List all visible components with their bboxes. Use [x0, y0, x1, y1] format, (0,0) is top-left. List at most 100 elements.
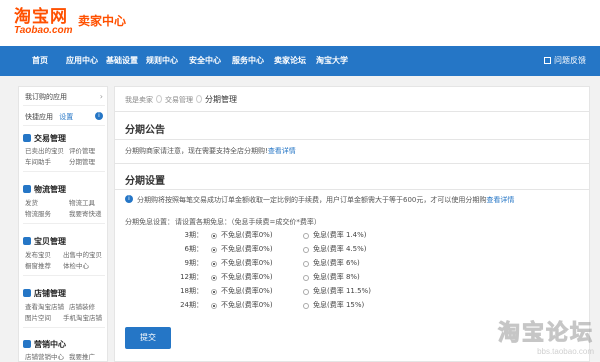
settings-info-text: 分期购将按照每笔交易成功订单金额收取一定比例的手续费，用户订单金额需大于等于60… — [137, 196, 487, 204]
sidebar-link[interactable]: 出售中的宝贝 — [63, 249, 102, 259]
breadcrumb-root[interactable]: 我是卖家 — [125, 96, 153, 104]
sidebar-group-trade[interactable]: 交易管理 — [23, 133, 66, 144]
sidebar-quick-apps: 快捷应用 设置 i — [25, 112, 109, 122]
period-label: 6期： — [184, 245, 203, 253]
nav-item-service-center[interactable]: 服务中心 — [228, 46, 268, 76]
sidebar-my-apps[interactable]: 我订购的应用 › — [25, 92, 109, 102]
period-label: 9期： — [184, 259, 203, 267]
sidebar-group-marketing[interactable]: 营销中心 — [23, 339, 66, 350]
sidebar-link[interactable]: 发货 — [25, 197, 38, 207]
interest-free-label: 免息(费率 11.5%) — [313, 287, 371, 295]
sidebar-link[interactable]: 图片空间 — [25, 312, 51, 322]
sidebar-link[interactable]: 查看淘宝店铺 — [25, 301, 64, 311]
breadcrumb-middle[interactable]: 交易管理 — [165, 96, 193, 104]
period-label: 12期： — [180, 273, 203, 281]
megaphone-icon — [23, 340, 31, 348]
nav-item-taobao-university[interactable]: 淘宝大学 — [312, 46, 352, 76]
sidebar-link[interactable]: 发布宝贝 — [25, 249, 51, 259]
sidebar-group-logistics[interactable]: 物流管理 — [23, 184, 66, 195]
no-interest-free-radio[interactable] — [211, 247, 217, 253]
divider — [115, 189, 589, 190]
sidebar-link[interactable]: 车间助手 — [25, 156, 51, 166]
no-interest-free-label: 不免息(费率0%) — [221, 287, 273, 295]
chevron-right-icon — [196, 95, 202, 103]
chevron-right-icon: › — [99, 92, 103, 101]
interest-free-radio[interactable] — [303, 261, 309, 267]
sidebar-link[interactable]: 橱窗推荐 — [25, 260, 51, 270]
shop-icon — [23, 289, 31, 297]
no-interest-free-radio[interactable] — [211, 289, 217, 295]
interest-free-label: 免息(费率 6%) — [313, 259, 360, 267]
interest-free-radio[interactable] — [303, 303, 309, 309]
settings-info: 分期购将按照每笔交易成功订单金额收取一定比例的手续费，用户订单金额需大于等于60… — [137, 195, 514, 205]
settings-detail-link[interactable]: 查看详情 — [486, 196, 514, 204]
nav-item-home[interactable]: 首页 — [22, 46, 58, 76]
no-interest-free-radio[interactable] — [211, 275, 217, 281]
interest-free-radio[interactable] — [303, 247, 309, 253]
sidebar-group-items[interactable]: 宝贝管理 — [23, 236, 66, 247]
rate-row: 3期： 不免息(费率0%) 免息(费率 1.4%) — [115, 230, 591, 243]
no-interest-free-label: 不免息(费率0%) — [221, 245, 273, 253]
period-label: 24期： — [180, 301, 203, 309]
notice-title: 分期公告 — [125, 125, 165, 136]
submit-button[interactable]: 提交 — [125, 327, 171, 349]
sidebar-link[interactable]: 体检中心 — [63, 260, 89, 270]
no-interest-free-label: 不免息(费率0%) — [221, 231, 273, 239]
nav-item-seller-forum[interactable]: 卖家论坛 — [270, 46, 310, 76]
group-title: 店铺管理 — [34, 289, 66, 298]
sidebar-link[interactable]: 物流工具 — [69, 197, 95, 207]
interest-free-radio[interactable] — [303, 233, 309, 239]
sidebar-link[interactable]: 店铺装修 — [69, 301, 95, 311]
sidebar-link[interactable]: 分期管理 — [69, 156, 95, 166]
divider — [23, 125, 105, 126]
rate-row: 24期： 不免息(费率0%) 免息(费率 15%) — [115, 300, 591, 313]
feedback-link[interactable]: 问题反馈 — [544, 46, 586, 76]
divider — [23, 171, 105, 172]
notice-detail-link[interactable]: 查看详情 — [268, 147, 296, 155]
rate-row: 18期： 不免息(费率0%) 免息(费率 11.5%) — [115, 286, 591, 299]
nav-item-rules-center[interactable]: 规则中心 — [142, 46, 182, 76]
info-icon[interactable]: i — [95, 112, 103, 120]
no-interest-free-radio[interactable] — [211, 233, 217, 239]
sidebar-group-shop[interactable]: 店铺管理 — [23, 288, 66, 299]
sidebar-link[interactable]: 店铺营销中心 — [25, 351, 64, 361]
nav-item-basic-settings[interactable]: 基础设置 — [102, 46, 142, 76]
taobao-logo[interactable]: 淘宝网 Taobao.com — [14, 8, 76, 36]
interest-free-radio[interactable] — [303, 275, 309, 281]
period-label: 3期： — [184, 231, 203, 239]
interest-free-radio[interactable] — [303, 289, 309, 295]
breadcrumb-current: 分期管理 — [205, 95, 237, 104]
sidebar-link[interactable]: 已卖出的宝贝 — [25, 145, 64, 155]
sidebar-link[interactable]: 我要寄快递 — [69, 208, 102, 218]
quick-apps-settings-link[interactable]: 设置 — [59, 113, 73, 121]
group-title: 宝贝管理 — [34, 237, 66, 246]
nav-item-app-center[interactable]: 应用中心 — [62, 46, 102, 76]
no-interest-free-radio[interactable] — [211, 303, 217, 309]
rate-settings-label: 分期免息设置： — [125, 218, 174, 226]
quick-apps-label: 快捷应用 — [25, 113, 53, 121]
no-interest-free-radio[interactable] — [211, 261, 217, 267]
sidebar-link[interactable]: 手机淘宝店铺 — [63, 312, 102, 322]
top-header: 淘宝网 Taobao.com 卖家中心 — [0, 0, 600, 46]
forum-watermark: 淘宝论坛 bbs.taobao.com — [497, 315, 594, 357]
my-apps-label: 我订购的应用 — [25, 93, 67, 101]
divider — [23, 105, 105, 106]
sidebar-link[interactable]: 物流服务 — [25, 208, 51, 218]
rate-row: 12期： 不免息(费率0%) 免息(费率 8%) — [115, 272, 591, 285]
period-label: 18期： — [180, 287, 203, 295]
main-nav: 首页 应用中心 基础设置 规则中心 安全中心 服务中心 卖家论坛 淘宝大学 问题… — [0, 46, 600, 76]
sidebar-link[interactable]: 评价管理 — [69, 145, 95, 155]
no-interest-free-label: 不免息(费率0%) — [221, 301, 273, 309]
no-interest-free-label: 不免息(费率0%) — [221, 273, 273, 281]
box-icon — [23, 237, 31, 245]
divider — [115, 111, 589, 112]
watermark-url: bbs.taobao.com — [537, 347, 594, 356]
nav-item-security-center[interactable]: 安全中心 — [185, 46, 225, 76]
site-title: 卖家中心 — [78, 14, 127, 28]
truck-icon — [23, 185, 31, 193]
sidebar-link[interactable]: 我要推广 — [69, 351, 95, 361]
settings-title: 分期设置 — [125, 176, 165, 187]
interest-free-label: 免息(费率 1.4%) — [313, 231, 367, 239]
notice-body: 分期购商家请注意，现在需要支持全店分期购! — [125, 147, 268, 155]
no-interest-free-label: 不免息(费率0%) — [221, 259, 273, 267]
